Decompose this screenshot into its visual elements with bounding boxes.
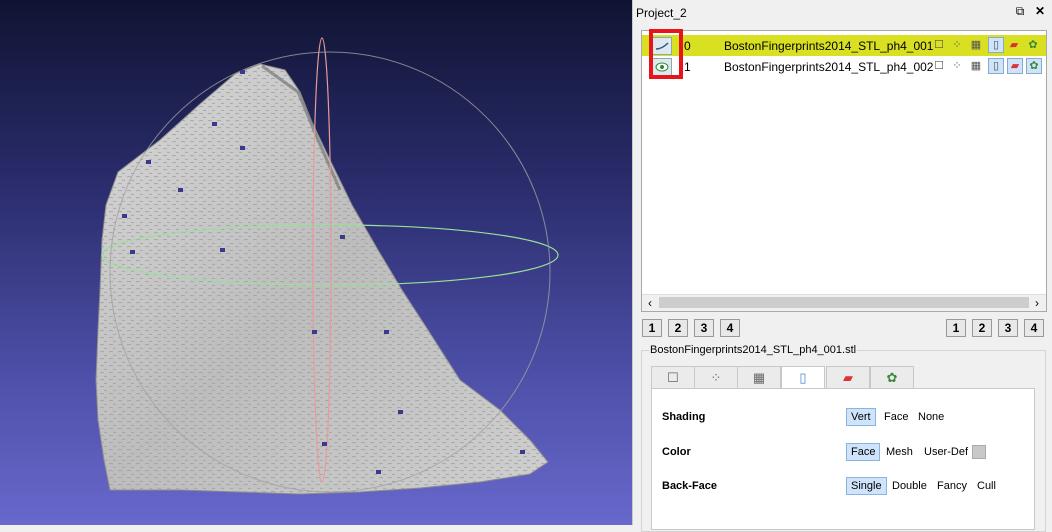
- points-icon[interactable]: ⁘: [950, 59, 964, 73]
- box-icon[interactable]: ☐: [932, 59, 946, 73]
- float-icon[interactable]: ⧉: [1013, 4, 1027, 18]
- scroll-thumb[interactable]: [659, 297, 1029, 308]
- color-userdef-option[interactable]: User-Def: [920, 444, 972, 460]
- flat-shade-icon[interactable]: ▯: [988, 58, 1004, 74]
- render-group-title: BostonFingerprints2014_STL_ph4_001.stl: [649, 344, 858, 356]
- layer-index: 0: [684, 39, 691, 53]
- points-icon[interactable]: ⁘: [694, 366, 738, 389]
- backface-label: Back-Face: [662, 480, 718, 492]
- color-face-option[interactable]: Face: [846, 443, 881, 461]
- left-button-1[interactable]: 1: [642, 319, 662, 337]
- left-button-3[interactable]: 3: [694, 319, 714, 337]
- render-tab-body: Shading Vert Face None Color Face Mesh U…: [651, 388, 1035, 530]
- wireframe-icon[interactable]: ▦: [737, 366, 781, 389]
- wireframe-icon[interactable]: ▦: [969, 38, 983, 52]
- texture-icon[interactable]: ▰: [826, 366, 870, 389]
- backface-fancy-option[interactable]: Fancy: [933, 478, 971, 494]
- settings-icon[interactable]: ✿: [1026, 38, 1040, 52]
- panel-titlebar: Project_2 ⧉ ✕: [633, 0, 1052, 24]
- shading-vert-option[interactable]: Vert: [846, 408, 876, 426]
- layer-name[interactable]: BostonFingerprints2014_STL_ph4_002: [724, 60, 933, 74]
- layer-row-0[interactable]: 0 BostonFingerprints2014_STL_ph4_001 ☐ ⁘…: [642, 35, 1046, 56]
- shading-none-option[interactable]: None: [914, 409, 948, 425]
- bbox-icon[interactable]: ☐: [651, 366, 695, 389]
- layer-list[interactable]: 0 BostonFingerprints2014_STL_ph4_001 ☐ ⁘…: [641, 29, 1047, 312]
- shading-face-option[interactable]: Face: [880, 409, 912, 425]
- right-button-3[interactable]: 3: [998, 319, 1018, 337]
- points-icon[interactable]: ⁘: [950, 38, 964, 52]
- color-mesh-option[interactable]: Mesh: [882, 444, 917, 460]
- layer-panel: Project_2 ⧉ ✕ 0 BostonFingerprints2014_S…: [632, 0, 1052, 532]
- settings-icon[interactable]: ✿: [1026, 58, 1042, 74]
- settings-icon[interactable]: ✿: [870, 366, 914, 389]
- panel-title: Project_2: [636, 6, 687, 20]
- texture-icon[interactable]: ▰: [1007, 38, 1021, 52]
- texture-icon[interactable]: ▰: [1007, 58, 1023, 74]
- flat-shade-icon[interactable]: ▯: [988, 37, 1004, 53]
- scroll-right-arrow[interactable]: ›: [1030, 296, 1044, 310]
- wireframe-icon[interactable]: ▦: [969, 59, 983, 73]
- horizontal-scrollbar[interactable]: ‹ ›: [642, 294, 1046, 311]
- left-button-4[interactable]: 4: [720, 319, 740, 337]
- right-button-2[interactable]: 2: [972, 319, 992, 337]
- right-button-4[interactable]: 4: [1024, 319, 1044, 337]
- 3d-viewport[interactable]: [0, 0, 632, 525]
- box-icon[interactable]: ☐: [932, 38, 946, 52]
- backface-cull-option[interactable]: Cull: [973, 478, 1000, 494]
- scroll-left-arrow[interactable]: ‹: [643, 296, 657, 310]
- annotation-highlight-box: [649, 29, 683, 79]
- backface-double-option[interactable]: Double: [888, 478, 931, 494]
- solid-icon[interactable]: ▯: [781, 366, 825, 389]
- right-button-1[interactable]: 1: [946, 319, 966, 337]
- layer-name[interactable]: BostonFingerprints2014_STL_ph4_001: [724, 39, 933, 53]
- shading-label: Shading: [662, 411, 706, 423]
- color-swatch[interactable]: [972, 445, 986, 459]
- close-icon[interactable]: ✕: [1033, 4, 1047, 18]
- left-button-2[interactable]: 2: [668, 319, 688, 337]
- layer-row-1[interactable]: 1 BostonFingerprints2014_STL_ph4_002 ☐ ⁘…: [642, 56, 1046, 77]
- layer-index: 1: [684, 60, 691, 74]
- mesh-render: [95, 37, 559, 495]
- color-label: Color: [662, 446, 691, 458]
- backface-single-option[interactable]: Single: [846, 477, 887, 495]
